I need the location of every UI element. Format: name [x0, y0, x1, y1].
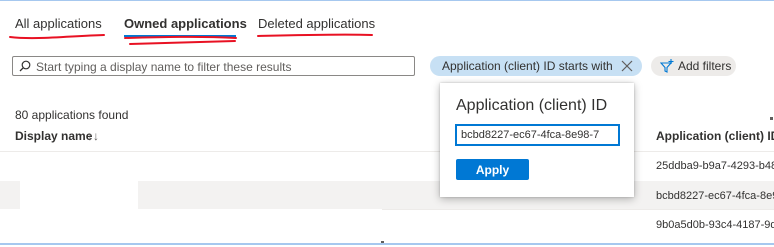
search-placeholder: Start typing a display name to filter th…	[36, 60, 292, 74]
add-filters-label: Add filters	[678, 59, 732, 73]
add-filter-icon	[660, 59, 674, 73]
close-icon[interactable]	[621, 60, 633, 72]
table-row-app-id: bcbd8227-ec67-4fca-8e98-	[656, 190, 774, 202]
column-header-display-name[interactable]: Display name	[15, 129, 92, 143]
table-row-app-id: 9b0a5d0b-93c4-4187-9d45	[656, 219, 774, 231]
filter-pill-label: Application (client) ID starts with	[442, 59, 613, 73]
window-edge-marker	[770, 117, 773, 120]
popup-title: Application (client) ID	[456, 97, 608, 114]
filter-pill-app-id[interactable]: Application (client) ID starts with	[430, 56, 642, 76]
sort-icon[interactable]: ↑↓	[87, 129, 99, 143]
window-bottom-border	[0, 243, 774, 245]
filter-popup: Application (client) ID Apply	[440, 83, 634, 197]
app-id-filter-input[interactable]	[455, 124, 620, 146]
annotation-scribbles	[9, 33, 373, 45]
table-row-app-id: 25ddba9-b9a7-4293-b481	[656, 160, 774, 172]
apply-button[interactable]: Apply	[456, 159, 529, 180]
search-input[interactable]: Start typing a display name to filter th…	[12, 56, 415, 76]
results-count: 80 applications found	[15, 108, 129, 122]
add-filters-button[interactable]: Add filters	[651, 56, 736, 76]
redacted-block	[0, 209, 382, 247]
search-icon	[19, 60, 31, 72]
column-header-app-id[interactable]: Application (client) ID	[656, 129, 774, 143]
